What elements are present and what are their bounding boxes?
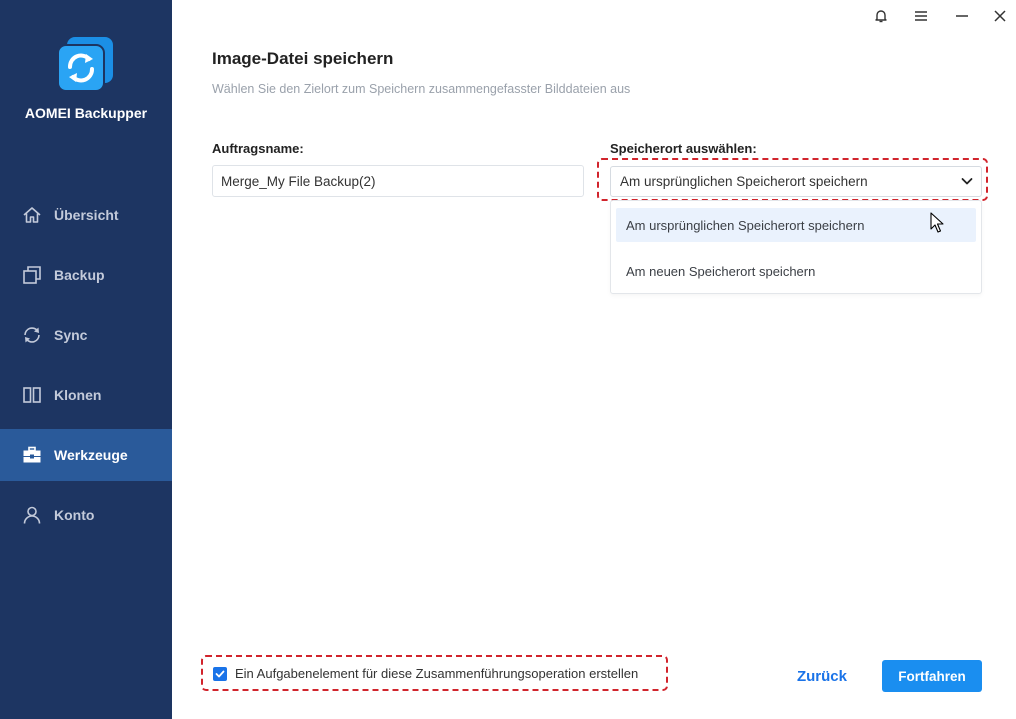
sidebar-item-label: Backup	[54, 267, 105, 283]
minimize-icon[interactable]	[952, 6, 972, 26]
sidebar-item-label: Sync	[54, 327, 88, 343]
close-icon[interactable]	[990, 6, 1010, 26]
sync-icon	[22, 325, 42, 345]
create-task-checkbox-label: Ein Aufgabenelement für diese Zusammenfü…	[235, 666, 639, 681]
checkbox-checked-icon[interactable]	[213, 666, 227, 681]
dropdown-option-original[interactable]: Am ursprünglichen Speicherort speichern	[616, 208, 976, 242]
menu-icon[interactable]	[911, 6, 931, 26]
dropdown-option-new[interactable]: Am neuen Speicherort speichern	[616, 254, 976, 288]
page-title: Image-Datei speichern	[212, 49, 394, 68]
sidebar-item-label: Konto	[54, 507, 95, 523]
sidebar-item-backup[interactable]: Backup	[0, 249, 172, 301]
page-subtitle: Wählen Sie den Zielort zum Speichern zus…	[212, 82, 631, 96]
create-task-checkbox-row[interactable]: Ein Aufgabenelement für diese Zusammenfü…	[213, 666, 638, 681]
sidebar-item-uebersicht[interactable]: Übersicht	[0, 189, 172, 241]
clone-icon	[22, 385, 42, 405]
bell-icon[interactable]	[871, 6, 891, 26]
backup-icon	[22, 265, 42, 285]
chevron-down-icon	[959, 173, 975, 189]
sidebar-item-klonen[interactable]: Klonen	[0, 369, 172, 421]
sidebar-item-label: Klonen	[54, 387, 102, 403]
app-name: AOMEI Backupper	[24, 105, 148, 121]
app-logo	[55, 35, 115, 93]
continue-button[interactable]: Fortfahren	[882, 660, 982, 692]
sidebar: AOMEI Backupper Übersicht Backup Sync Kl…	[0, 0, 172, 719]
back-button[interactable]: Zurück	[786, 660, 858, 692]
sidebar-item-konto[interactable]: Konto	[0, 489, 172, 541]
task-name-label: Auftragsname:	[212, 141, 304, 156]
home-icon	[22, 205, 42, 225]
sidebar-item-sync[interactable]: Sync	[0, 309, 172, 361]
mouse-cursor-icon	[930, 212, 944, 234]
user-icon	[22, 505, 42, 525]
sidebar-item-label: Werkzeuge	[54, 447, 128, 463]
location-label: Speicherort auswählen:	[610, 141, 757, 156]
sidebar-item-label: Übersicht	[54, 207, 119, 223]
location-selected-value: Am ursprünglichen Speicherort speichern	[620, 174, 868, 189]
location-dropdown: Am ursprünglichen Speicherort speichern …	[610, 200, 982, 294]
sidebar-item-werkzeuge[interactable]: Werkzeuge	[0, 429, 172, 481]
task-name-input[interactable]	[212, 165, 584, 197]
location-select[interactable]: Am ursprünglichen Speicherort speichern	[610, 166, 982, 197]
tools-icon	[22, 445, 42, 465]
